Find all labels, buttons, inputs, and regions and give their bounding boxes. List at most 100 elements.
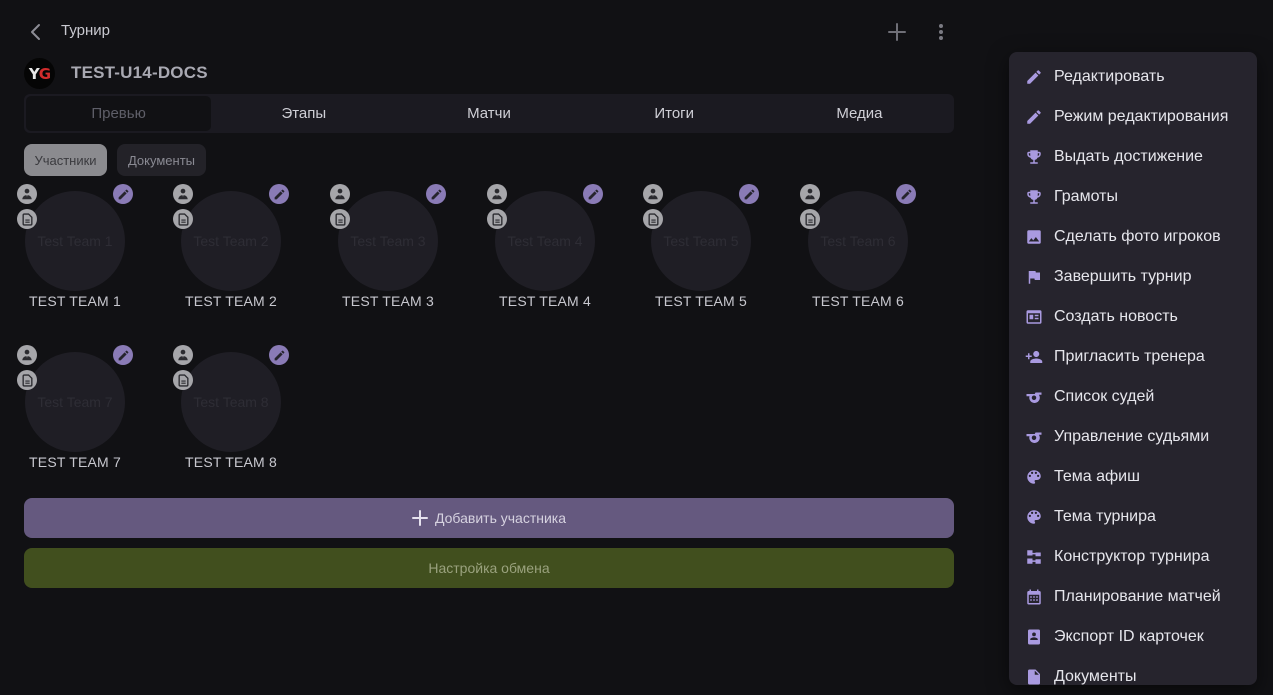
player-icon[interactable] <box>17 345 37 365</box>
menu-item-label: Управление судьями <box>1054 428 1210 445</box>
menu-item[interactable]: Сделать фото игроков <box>1009 217 1257 257</box>
menu-item-label: Редактировать <box>1054 68 1165 85</box>
menu-item[interactable]: Выдать достижение <box>1009 137 1257 177</box>
menu-item[interactable]: Тема афиш <box>1009 457 1257 497</box>
menu-item-label: Режим редактирования <box>1054 108 1229 125</box>
add-plus-icon[interactable] <box>886 21 908 43</box>
team-card[interactable]: Test Team 6 TEST TEAM 6 <box>785 184 935 324</box>
team-card[interactable]: Test Team 8 TEST TEAM 8 <box>158 345 308 485</box>
team-card[interactable]: Test Team 4 TEST TEAM 4 <box>472 184 622 324</box>
team-avatar[interactable]: Test Team 7 <box>25 352 125 452</box>
team-name: TEST TEAM 8 <box>185 454 277 470</box>
edit-pencil-icon[interactable] <box>739 184 759 204</box>
page-title: TEST-U14-DOCS <box>71 63 208 82</box>
menu-item[interactable]: Грамоты <box>1009 177 1257 217</box>
document-icon <box>1025 668 1043 685</box>
menu-item-label: Документы <box>1054 668 1137 685</box>
flag-icon <box>1025 268 1043 286</box>
team-name: TEST TEAM 3 <box>342 293 434 309</box>
team-avatar[interactable]: Test Team 5 <box>651 191 751 291</box>
team-card[interactable]: Test Team 1 TEST TEAM 1 <box>2 184 152 324</box>
document-icon[interactable] <box>487 209 507 229</box>
player-icon[interactable] <box>330 184 350 204</box>
chip-participants[interactable]: Участники <box>24 144 107 176</box>
menu-item-label: Завершить турнир <box>1054 268 1192 285</box>
document-icon[interactable] <box>173 370 193 390</box>
menu-item[interactable]: Список судей <box>1009 377 1257 417</box>
tab-results[interactable]: Итоги <box>582 96 767 131</box>
tournament-logo: YG <box>24 58 55 89</box>
tab-preview[interactable]: Превью <box>26 96 212 131</box>
chip-documents[interactable]: Документы <box>117 144 206 176</box>
tab-matches[interactable]: Матчи <box>396 96 581 131</box>
team-card[interactable]: Test Team 5 TEST TEAM 5 <box>628 184 778 324</box>
player-icon[interactable] <box>487 184 507 204</box>
team-avatar[interactable]: Test Team 1 <box>25 191 125 291</box>
menu-item[interactable]: Режим редактирования <box>1009 97 1257 137</box>
edit-pencil-icon[interactable] <box>896 184 916 204</box>
player-icon[interactable] <box>173 345 193 365</box>
tab-media[interactable]: Медиа <box>767 96 952 131</box>
edit-pencil-icon[interactable] <box>583 184 603 204</box>
more-vertical-icon[interactable] <box>930 21 952 43</box>
id-card-icon <box>1025 628 1043 646</box>
team-avatar[interactable]: Test Team 8 <box>181 352 281 452</box>
tab-bar: Превью Этапы Матчи Итоги Медиа <box>24 94 954 133</box>
menu-item[interactable]: Тема турнира <box>1009 497 1257 537</box>
document-icon[interactable] <box>330 209 350 229</box>
document-icon[interactable] <box>17 370 37 390</box>
newspaper-icon <box>1025 308 1043 326</box>
trophy-icon <box>1025 148 1043 166</box>
person-add-icon <box>1025 348 1043 366</box>
menu-item[interactable]: Завершить турнир <box>1009 257 1257 297</box>
edit-pencil-icon[interactable] <box>269 184 289 204</box>
team-name: TEST TEAM 7 <box>29 454 121 470</box>
add-participant-button[interactable]: Добавить участника <box>24 498 954 538</box>
menu-item[interactable]: Редактировать <box>1009 57 1257 97</box>
team-name: TEST TEAM 1 <box>29 293 121 309</box>
document-icon[interactable] <box>643 209 663 229</box>
menu-item[interactable]: Планирование матчей <box>1009 577 1257 617</box>
team-avatar[interactable]: Test Team 2 <box>181 191 281 291</box>
edit-pencil-icon[interactable] <box>113 345 133 365</box>
player-icon[interactable] <box>17 184 37 204</box>
pencil-icon <box>1025 108 1043 126</box>
context-menu: Редактировать Режим редактирования Выдат… <box>1009 52 1257 685</box>
team-card[interactable]: Test Team 2 TEST TEAM 2 <box>158 184 308 324</box>
document-icon[interactable] <box>173 209 193 229</box>
team-name: TEST TEAM 5 <box>655 293 747 309</box>
logo-letter-g: G <box>38 64 51 83</box>
team-card[interactable]: Test Team 7 TEST TEAM 7 <box>2 345 152 485</box>
edit-pencil-icon[interactable] <box>113 184 133 204</box>
menu-item[interactable]: Пригласить тренера <box>1009 337 1257 377</box>
menu-item[interactable]: Управление судьями <box>1009 417 1257 457</box>
menu-item-label: Конструктор турнира <box>1054 548 1210 565</box>
menu-item-label: Тема афиш <box>1054 468 1140 485</box>
tab-stages[interactable]: Этапы <box>211 96 396 131</box>
player-icon[interactable] <box>800 184 820 204</box>
team-avatar[interactable]: Test Team 3 <box>338 191 438 291</box>
team-card[interactable]: Test Team 3 TEST TEAM 3 <box>315 184 465 324</box>
menu-item-label: Сделать фото игроков <box>1054 228 1221 245</box>
back-chevron-icon[interactable] <box>26 22 46 42</box>
edit-pencil-icon[interactable] <box>426 184 446 204</box>
player-icon[interactable] <box>173 184 193 204</box>
bracket-icon <box>1025 548 1043 566</box>
edit-pencil-icon[interactable] <box>269 345 289 365</box>
exchange-settings-button[interactable]: Настройка обмена <box>24 548 954 588</box>
whistle-icon <box>1025 388 1043 406</box>
menu-item[interactable]: Документы <box>1009 657 1257 685</box>
team-avatar[interactable]: Test Team 6 <box>808 191 908 291</box>
player-icon[interactable] <box>643 184 663 204</box>
team-avatar[interactable]: Test Team 4 <box>495 191 595 291</box>
pencil-icon <box>1025 68 1043 86</box>
breadcrumb[interactable]: Турнир <box>61 22 110 39</box>
menu-item[interactable]: Экспорт ID карточек <box>1009 617 1257 657</box>
menu-item[interactable]: Конструктор турнира <box>1009 537 1257 577</box>
document-icon[interactable] <box>800 209 820 229</box>
menu-item-label: Тема турнира <box>1054 508 1156 525</box>
document-icon[interactable] <box>17 209 37 229</box>
menu-item-label: Пригласить тренера <box>1054 348 1205 365</box>
menu-item[interactable]: Создать новость <box>1009 297 1257 337</box>
menu-item-label: Создать новость <box>1054 308 1178 325</box>
